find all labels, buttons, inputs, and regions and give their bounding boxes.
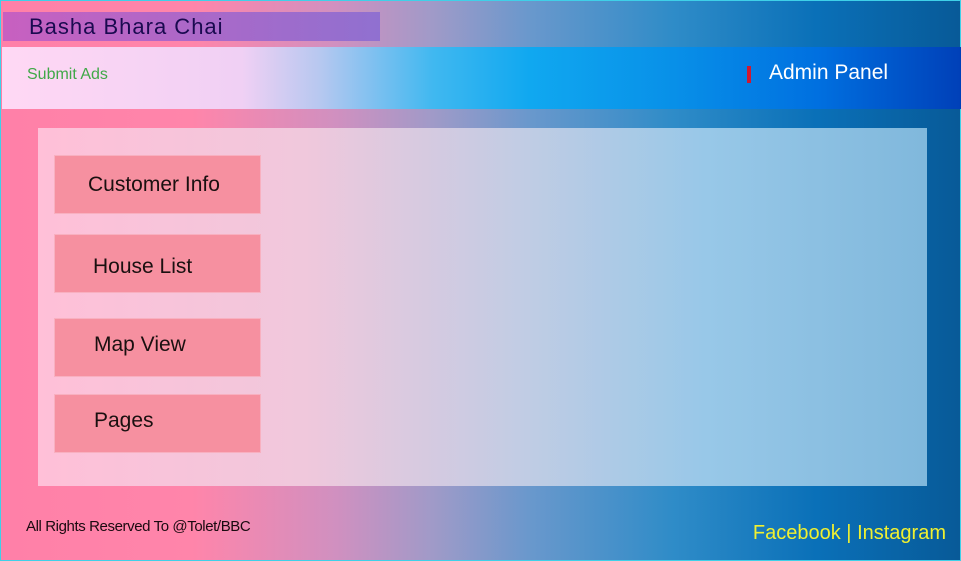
brand-logo: Basha Bhara Chai: [3, 12, 380, 41]
customer-info-button[interactable]: Customer Info: [54, 155, 261, 214]
separator: |: [840, 522, 858, 544]
nav-bar: Submit Ads Admin Panel: [2, 47, 961, 109]
submit-ads-link[interactable]: Submit Ads: [27, 66, 108, 84]
map-view-button[interactable]: Map View: [54, 318, 261, 377]
facebook-link[interactable]: Facebook: [753, 522, 841, 544]
page: Basha Bhara Chai Submit Ads Admin Panel …: [0, 0, 961, 561]
copyright-text: All Rights Reserved To @Tolet/BBC: [26, 518, 251, 535]
instagram-link[interactable]: Instagram: [857, 522, 946, 544]
admin-content-panel: Customer Info House List Map View Pages: [38, 128, 927, 486]
divider-bar: [747, 66, 751, 83]
pages-button[interactable]: Pages: [54, 394, 261, 453]
house-list-button[interactable]: House List: [54, 234, 261, 293]
social-links: Facebook | Instagram: [753, 522, 946, 545]
admin-panel-label[interactable]: Admin Panel: [769, 61, 888, 85]
